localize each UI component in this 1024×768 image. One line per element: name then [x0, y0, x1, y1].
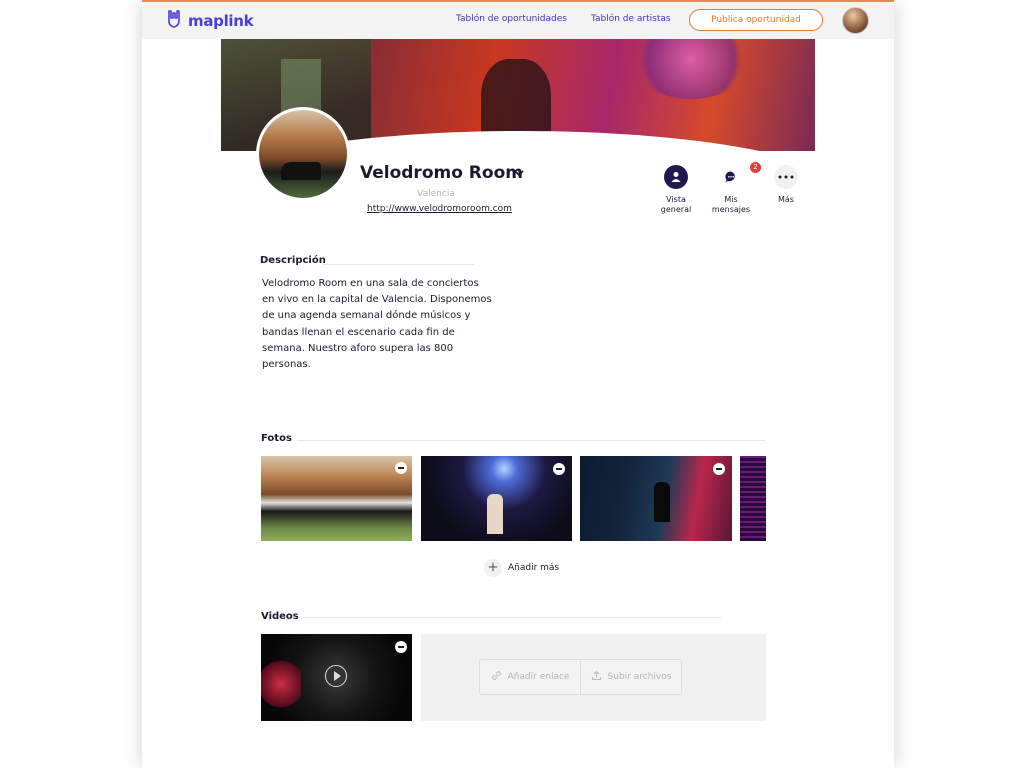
venue-city: Valencia — [417, 189, 455, 199]
user-icon — [664, 165, 688, 189]
description-text: Velodromo Room en una sala de conciertos… — [262, 278, 492, 371]
photo-thumbnail[interactable] — [421, 456, 572, 541]
user-avatar[interactable] — [842, 7, 869, 34]
venue-website-link[interactable]: http://www.velodromoroom.com — [367, 204, 512, 214]
unread-badge: 2 — [750, 162, 761, 173]
overview-label-1: Vista — [666, 195, 686, 204]
photos-divider — [297, 440, 766, 441]
overview-action[interactable]: Vista general — [651, 165, 701, 215]
photo-thumbnail[interactable] — [261, 456, 412, 541]
venue-profile-photo[interactable] — [256, 107, 350, 201]
publish-opportunity-button[interactable]: Publica oportunidad — [689, 9, 823, 31]
nav-artists-board[interactable]: Tablón de artistas — [591, 14, 671, 24]
photos-title: Fotos — [261, 433, 292, 444]
messages-label-1: Mis — [724, 195, 738, 204]
remove-video-icon[interactable] — [395, 641, 407, 653]
top-header: maplink Tablón de oportunidades Tablón d… — [142, 2, 894, 39]
add-link-label: Añadir enlace — [507, 672, 570, 682]
add-more-label: Añadir más — [508, 563, 560, 573]
description-title: Descripción — [260, 255, 326, 266]
plus-icon: + — [484, 559, 502, 577]
link-icon — [491, 670, 502, 684]
add-link-button[interactable]: Añadir enlace — [480, 660, 580, 694]
videos-divider — [303, 617, 721, 618]
upload-icon — [591, 670, 602, 684]
remove-photo-icon[interactable] — [713, 463, 725, 475]
remove-photo-icon[interactable] — [395, 462, 407, 474]
play-icon[interactable] — [325, 665, 347, 687]
maplink-logo[interactable]: maplink — [166, 9, 254, 33]
messages-label-2: mensajes — [711, 205, 751, 214]
upload-files-button[interactable]: Subir archivos — [580, 660, 681, 694]
venue-name: Velodromo Room — [360, 163, 523, 183]
nav-opportunities-board[interactable]: Tablón de oportunidades — [456, 14, 567, 24]
add-more-photos-button[interactable]: + Añadir más — [484, 559, 559, 577]
upload-files-label: Subir archivos — [607, 672, 672, 682]
chat-icon: 2 — [719, 162, 761, 189]
logo-text: maplink — [188, 12, 254, 30]
remove-photo-icon[interactable] — [553, 463, 565, 475]
messages-action[interactable]: 2 Mis mensajes — [706, 162, 761, 215]
more-dots-icon — [774, 165, 798, 189]
video-upload-area: Añadir enlace Subir archivos — [421, 634, 766, 721]
videos-title: Videos — [261, 611, 299, 622]
description-divider — [322, 264, 474, 265]
rock-hand-icon — [166, 9, 184, 33]
upload-options: Añadir enlace Subir archivos — [479, 659, 682, 695]
more-label: Más — [778, 195, 794, 204]
more-action[interactable]: Más — [761, 165, 811, 205]
overview-label-2: general — [660, 205, 692, 214]
video-thumbnail[interactable] — [261, 634, 412, 721]
photo-thumbnail[interactable] — [580, 456, 732, 541]
photo-thumbnail-partial[interactable] — [740, 456, 766, 541]
chevron-down-icon[interactable] — [513, 167, 525, 181]
